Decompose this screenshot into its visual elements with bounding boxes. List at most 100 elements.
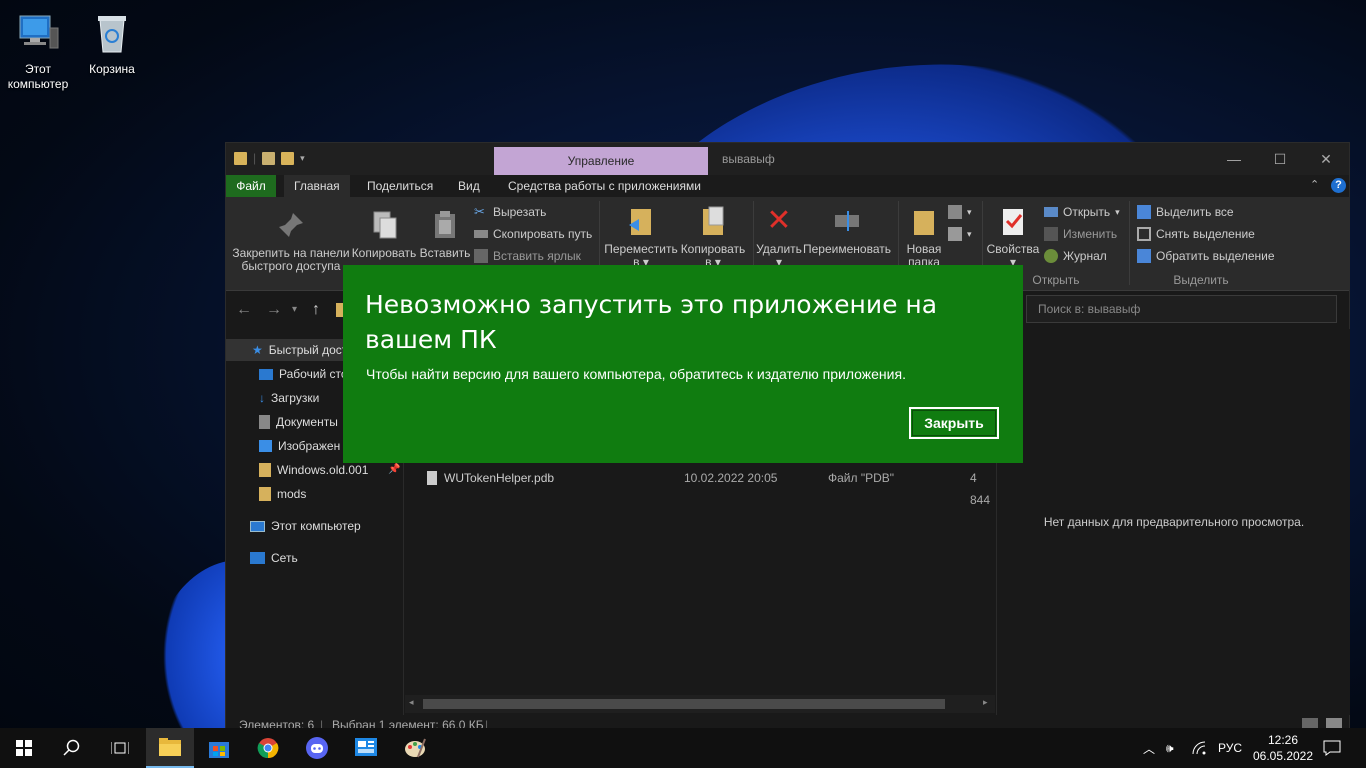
copy-path-button[interactable]: Скопировать путь	[474, 224, 592, 244]
new-item-button[interactable]: ▾	[948, 202, 972, 222]
notification-icon	[1323, 740, 1341, 756]
close-button[interactable]: Закрыть	[909, 407, 999, 439]
group-label-open: Открыть	[1032, 273, 1080, 287]
scroll-left-icon[interactable]: ◂	[409, 697, 414, 708]
pin-quick-access-button[interactable]: Закрепить на панели быстрого доступа	[231, 209, 351, 273]
customize-qat-icon[interactable]: ▾	[300, 153, 305, 164]
select-none-button[interactable]: Снять выделение	[1137, 224, 1255, 244]
dialog-message: Чтобы найти версию для вашего компьютера…	[366, 366, 906, 382]
open-button[interactable]: Открыть ▾	[1044, 202, 1120, 222]
recent-locations-icon[interactable]: ▾	[292, 304, 297, 315]
minimize-button[interactable]: —	[1211, 147, 1257, 171]
desktop-icon-recycle-bin[interactable]: Корзина	[74, 10, 150, 77]
file-row[interactable]: WUTokenHelper.pdb 10.02.2022 20:05 Файл …	[405, 467, 995, 507]
dialog-title: Невозможно запустить это приложение на в…	[365, 290, 938, 354]
edit-icon	[1044, 227, 1058, 241]
properties-check-icon[interactable]	[262, 151, 276, 165]
show-hidden-icons-button[interactable]: ︿	[1143, 728, 1155, 768]
taskbar-chrome[interactable]	[244, 728, 292, 768]
easy-access-button[interactable]: ▾	[948, 224, 972, 244]
volume-icon[interactable]: 🕪	[1166, 728, 1174, 768]
title-bar: | ▾ Управление вывавыф — ☐ ✕	[226, 143, 1349, 175]
nav-desktop[interactable]: Рабочий сто	[226, 363, 348, 385]
history-button[interactable]: Журнал	[1044, 246, 1107, 266]
notifications-button[interactable]	[1323, 728, 1341, 768]
copy-to-button[interactable]: Копировать в ▾	[678, 205, 748, 269]
paste-shortcut-icon	[474, 249, 488, 263]
copy-to-icon	[697, 205, 729, 237]
nav-documents[interactable]: Документы	[226, 411, 338, 433]
desktop-folder-icon	[259, 368, 273, 380]
network-icon	[250, 552, 265, 564]
nav-downloads[interactable]: ↓ Загрузки	[226, 387, 319, 409]
start-button[interactable]	[0, 728, 48, 768]
tab-view[interactable]: Вид	[448, 175, 490, 197]
app-window-icon	[355, 738, 377, 756]
language-indicator[interactable]: РУС	[1218, 728, 1242, 768]
search-button[interactable]	[48, 728, 96, 768]
close-window-button[interactable]: ✕	[1303, 147, 1349, 171]
select-all-button[interactable]: Выделить все	[1137, 202, 1234, 222]
horizontal-scrollbar[interactable]: ◂ ▸	[405, 695, 995, 713]
new-folder-button[interactable]: Новая папка	[902, 205, 946, 269]
new-folder-icon[interactable]	[281, 151, 295, 165]
folder-icon	[259, 487, 271, 501]
paste-button[interactable]: Вставить	[418, 209, 472, 260]
tab-app-tools[interactable]: Средства работы с приложениями	[498, 175, 711, 197]
star-icon: ★	[252, 343, 263, 357]
tab-home[interactable]: Главная	[284, 175, 350, 197]
ribbon-tabs: Файл Главная Поделиться Вид Средства раб…	[226, 175, 1349, 197]
cut-button[interactable]: ✂ Вырезать	[474, 202, 546, 222]
pin-icon	[275, 209, 307, 241]
discord-icon	[306, 737, 328, 759]
nav-pictures[interactable]: Изображен	[226, 435, 340, 457]
task-view-icon	[111, 742, 129, 754]
scroll-thumb[interactable]	[423, 699, 945, 709]
paste-icon	[429, 209, 461, 241]
copy-button[interactable]: Копировать	[351, 209, 417, 260]
move-to-button[interactable]: Переместить в ▾	[604, 205, 678, 269]
delete-button[interactable]: ✕ Удалить ▾	[756, 205, 802, 269]
taskbar-file-explorer[interactable]	[146, 728, 194, 768]
recycle-bin-icon	[88, 10, 136, 58]
task-view-button[interactable]	[96, 728, 144, 768]
taskbar-app[interactable]	[342, 728, 390, 768]
tab-file[interactable]: Файл	[226, 175, 276, 197]
invert-selection-button[interactable]: Обратить выделение	[1137, 246, 1275, 266]
network-status-icon[interactable]	[1192, 728, 1206, 768]
store-icon	[209, 742, 229, 758]
move-to-icon	[625, 205, 657, 237]
copy-path-icon	[474, 230, 488, 238]
maximize-button[interactable]: ☐	[1257, 147, 1303, 171]
paste-shortcut-button[interactable]: Вставить ярлык	[474, 246, 581, 266]
back-arrow-icon[interactable]: ←	[236, 301, 252, 319]
nav-this-pc[interactable]: Этот компьютер	[226, 515, 361, 537]
window-title: вывавыф	[722, 152, 775, 166]
edit-button[interactable]: Изменить	[1044, 224, 1117, 244]
download-arrow-icon: ↓	[259, 391, 265, 405]
taskbar-paint[interactable]	[391, 728, 439, 768]
clock[interactable]: 12:26 06.05.2022	[1252, 728, 1314, 768]
chrome-icon	[257, 738, 279, 759]
search-icon	[63, 739, 80, 756]
help-icon[interactable]: ?	[1331, 178, 1346, 193]
taskbar-discord[interactable]	[293, 728, 341, 768]
desktop-icon-this-pc[interactable]: Этот компьютер	[0, 10, 76, 92]
error-dialog: Невозможно запустить это приложение на в…	[343, 265, 1023, 463]
tab-share[interactable]: Поделиться	[357, 175, 443, 197]
taskbar-store[interactable]	[195, 728, 243, 768]
properties-button[interactable]: Свойства ▾	[984, 205, 1042, 269]
nav-network[interactable]: Сеть	[226, 547, 298, 569]
copy-icon	[368, 209, 400, 241]
up-arrow-icon[interactable]: ↑	[312, 301, 320, 319]
scroll-right-icon[interactable]: ▸	[983, 697, 988, 708]
folder-icon	[234, 151, 247, 165]
rename-button[interactable]: Переименовать	[802, 205, 892, 256]
forward-arrow-icon[interactable]: →	[266, 301, 282, 319]
manage-context-tab[interactable]: Управление	[494, 147, 708, 175]
document-icon	[259, 415, 270, 429]
collapse-ribbon-icon[interactable]: ⌃	[1310, 178, 1319, 191]
new-folder-icon	[908, 205, 940, 237]
search-input[interactable]: Поиск в: вывавыф	[1026, 295, 1337, 323]
nav-mods[interactable]: mods	[226, 483, 306, 505]
